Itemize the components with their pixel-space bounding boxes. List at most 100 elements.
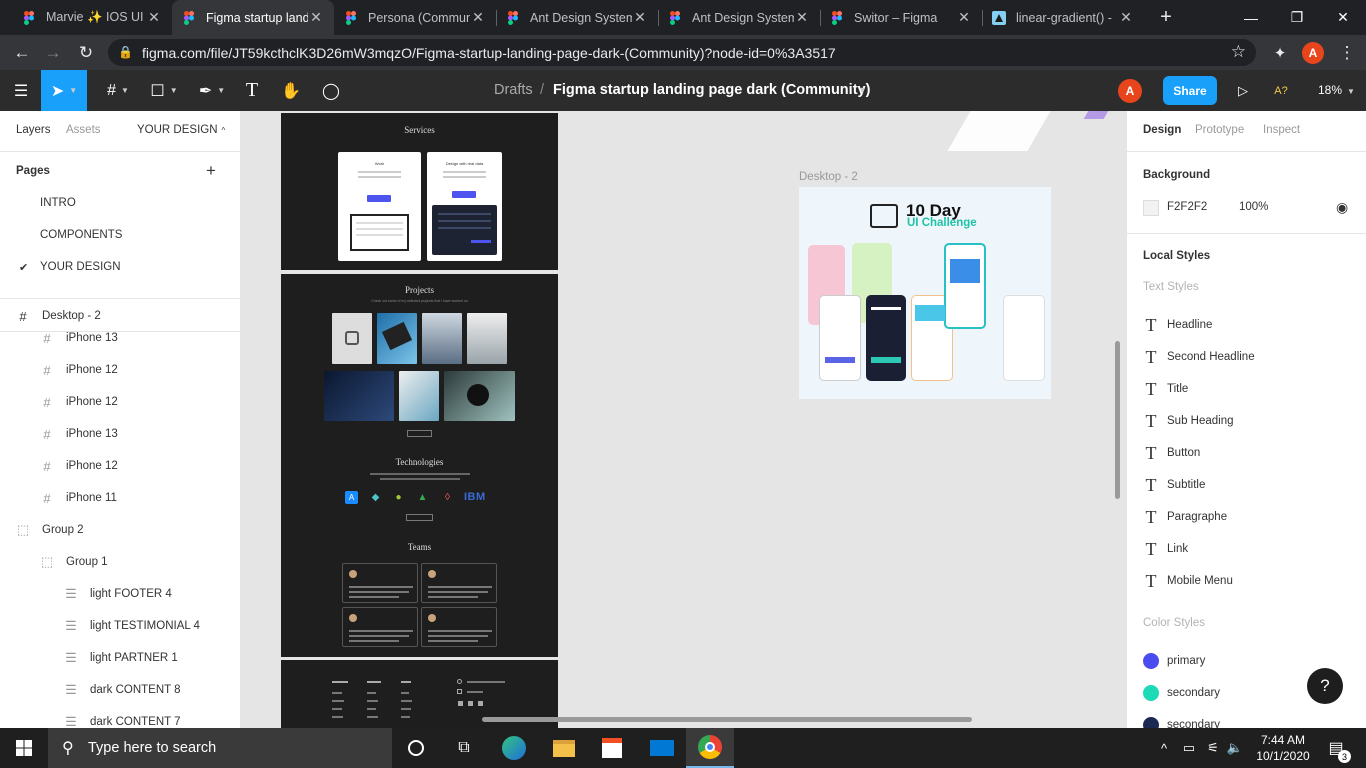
close-icon[interactable]: ✕	[308, 9, 324, 26]
text-style-item[interactable]: T Mobile Menu	[1143, 571, 1233, 591]
layer-item[interactable]: ☰ dark CONTENT 7	[0, 706, 240, 728]
text-tool-icon[interactable]: T	[238, 70, 266, 111]
microsoft-store-icon[interactable]	[588, 728, 636, 768]
tab-inspect[interactable]: Inspect	[1263, 124, 1300, 136]
tab-layers[interactable]: Layers	[16, 124, 51, 136]
edge-icon[interactable]	[490, 728, 538, 768]
accessibility-check-button[interactable]: A?	[1268, 70, 1294, 111]
layer-item[interactable]: ⬚ Group 2	[0, 514, 240, 546]
tab-design[interactable]: Design	[1143, 124, 1181, 136]
text-style-item[interactable]: T Sub Heading	[1143, 411, 1234, 431]
background-hex-input[interactable]: F2F2F2	[1167, 201, 1207, 213]
layer-item[interactable]: ☰ light TESTIMONIAL 4	[0, 610, 240, 642]
browser-tab[interactable]: Ant Design System ✕	[658, 0, 820, 35]
background-opacity-input[interactable]: 100%	[1239, 201, 1268, 213]
back-arrow-icon[interactable]: ←	[9, 40, 35, 66]
clock[interactable]: 7:44 AM 10/1/2020	[1252, 728, 1314, 768]
text-style-item[interactable]: T Link	[1143, 539, 1189, 559]
browser-tab[interactable]: Ant Design System ✕	[496, 0, 658, 35]
horizontal-scrollbar[interactable]	[482, 717, 972, 722]
page-item-your-design[interactable]: YOUR DESIGN	[40, 261, 121, 273]
frame-label[interactable]: Desktop - 2	[799, 171, 858, 183]
services-section[interactable]: Services Work Design with real data	[281, 113, 558, 270]
browser-tab[interactable]: linear-gradient() - ✕	[982, 0, 1144, 35]
cortana-icon[interactable]	[392, 728, 440, 768]
window-close-icon[interactable]: ✕	[1320, 0, 1366, 35]
pen-tool-button[interactable]: ✒ ▼	[190, 70, 234, 111]
bookmark-star-icon[interactable]: ☆	[1231, 42, 1246, 62]
add-page-plus-icon[interactable]: +	[206, 161, 216, 181]
service-card[interactable]: Design with real data	[427, 152, 502, 261]
mail-icon[interactable]	[638, 728, 686, 768]
browser-tab[interactable]: Marvie ✨ IOS UI K ✕	[12, 0, 172, 35]
minimize-icon[interactable]: —	[1228, 0, 1274, 35]
tab-assets[interactable]: Assets	[66, 124, 101, 136]
browser-tab-active[interactable]: Figma startup land ✕	[172, 0, 334, 35]
maximize-icon[interactable]: ❐	[1274, 0, 1320, 35]
extensions-puzzle-icon[interactable]: ✦	[1267, 40, 1293, 66]
text-style-item[interactable]: T Paragraphe	[1143, 507, 1228, 527]
battery-icon[interactable]: ▭	[1180, 728, 1198, 768]
frame-tool-button[interactable]: # ▼	[96, 70, 140, 111]
layer-item[interactable]: ☰ light PARTNER 1	[0, 642, 240, 674]
layer-item[interactable]: # iPhone 11	[0, 482, 240, 514]
present-play-icon[interactable]: ▷	[1232, 70, 1254, 111]
close-icon[interactable]: ✕	[470, 9, 486, 26]
action-center-icon[interactable]: ▤ 3	[1318, 728, 1354, 768]
text-style-item[interactable]: T Title	[1143, 379, 1189, 399]
show-hidden-icons-chevron-icon[interactable]: ^	[1156, 728, 1172, 768]
color-style-item[interactable]: secondary	[1143, 683, 1220, 703]
shape-tool-button[interactable]: ☐ ▼	[142, 70, 186, 111]
chevron-down-icon[interactable]: ▼	[858, 85, 867, 95]
user-avatar[interactable]: A	[1118, 79, 1142, 103]
move-tool-button[interactable]: ➤ ▼	[41, 70, 87, 111]
projects-section[interactable]: Projects Check out some of my selected p…	[281, 274, 558, 657]
layer-item[interactable]: # iPhone 13	[0, 418, 240, 450]
close-icon[interactable]: ✕	[794, 9, 810, 26]
color-style-item[interactable]: primary	[1143, 651, 1205, 671]
close-icon[interactable]: ✕	[632, 9, 648, 26]
chrome-menu-icon[interactable]: ⋮	[1334, 40, 1360, 66]
text-style-item[interactable]: T Headline	[1143, 315, 1213, 335]
help-button[interactable]: ?	[1307, 668, 1343, 704]
close-icon[interactable]: ✕	[956, 9, 972, 26]
profile-avatar[interactable]: A	[1302, 42, 1324, 64]
windows-start-icon[interactable]	[0, 728, 48, 768]
new-tab-plus-icon[interactable]: +	[1154, 6, 1178, 30]
comment-tool-icon[interactable]: ◯	[316, 70, 346, 111]
close-icon[interactable]: ✕	[1118, 9, 1134, 26]
layer-item[interactable]: # iPhone 12	[0, 354, 240, 386]
text-style-item[interactable]: T Second Headline	[1143, 347, 1255, 367]
page-item-components[interactable]: COMPONENTS	[40, 229, 122, 241]
layer-item[interactable]: ⬚ Group 1	[0, 546, 240, 578]
text-style-item[interactable]: T Subtitle	[1143, 475, 1206, 495]
browser-tab[interactable]: Persona (Commun ✕	[334, 0, 496, 35]
forward-arrow-icon[interactable]: →	[40, 40, 66, 66]
chrome-icon[interactable]	[686, 728, 734, 768]
hand-tool-icon[interactable]: ✋	[276, 70, 306, 111]
main-menu-icon[interactable]: ☰	[6, 70, 36, 111]
eye-visibility-icon[interactable]: ◉	[1336, 199, 1348, 216]
file-name[interactable]: Figma startup landing page dark (Communi…	[553, 82, 870, 98]
color-style-item[interactable]: secondary	[1143, 715, 1220, 728]
reload-icon[interactable]: ↻	[73, 40, 99, 66]
network-icon[interactable]: ⚟	[1204, 728, 1222, 768]
design-canvas[interactable]: Services Work Design with real data Proj…	[241, 111, 1126, 728]
layer-item[interactable]: # iPhone 12	[0, 386, 240, 418]
desktop-2-frame[interactable]: 10 Day UI Challenge	[799, 187, 1051, 399]
tab-prototype[interactable]: Prototype	[1195, 124, 1244, 136]
task-view-icon[interactable]: ⧉	[440, 728, 488, 768]
layer-item[interactable]: # iPhone 12	[0, 450, 240, 482]
breadcrumb-drafts[interactable]: Drafts	[494, 82, 533, 98]
browser-tab[interactable]: Switor – Figma ✕	[820, 0, 982, 35]
vertical-scrollbar[interactable]	[1115, 341, 1120, 499]
text-style-item[interactable]: T Button	[1143, 443, 1201, 463]
close-icon[interactable]: ✕	[146, 9, 162, 26]
file-explorer-icon[interactable]	[540, 728, 588, 768]
layer-item[interactable]: # iPhone 13	[0, 322, 240, 354]
volume-icon[interactable]: 🔈	[1226, 728, 1244, 768]
share-button[interactable]: Share	[1163, 76, 1217, 105]
address-bar[interactable]: 🔒 figma.com/file/JT59kcthclK3D26mW3mqzO/…	[108, 39, 1256, 66]
layer-item[interactable]: ☰ light FOOTER 4	[0, 578, 240, 610]
service-card[interactable]: Work	[338, 152, 421, 261]
